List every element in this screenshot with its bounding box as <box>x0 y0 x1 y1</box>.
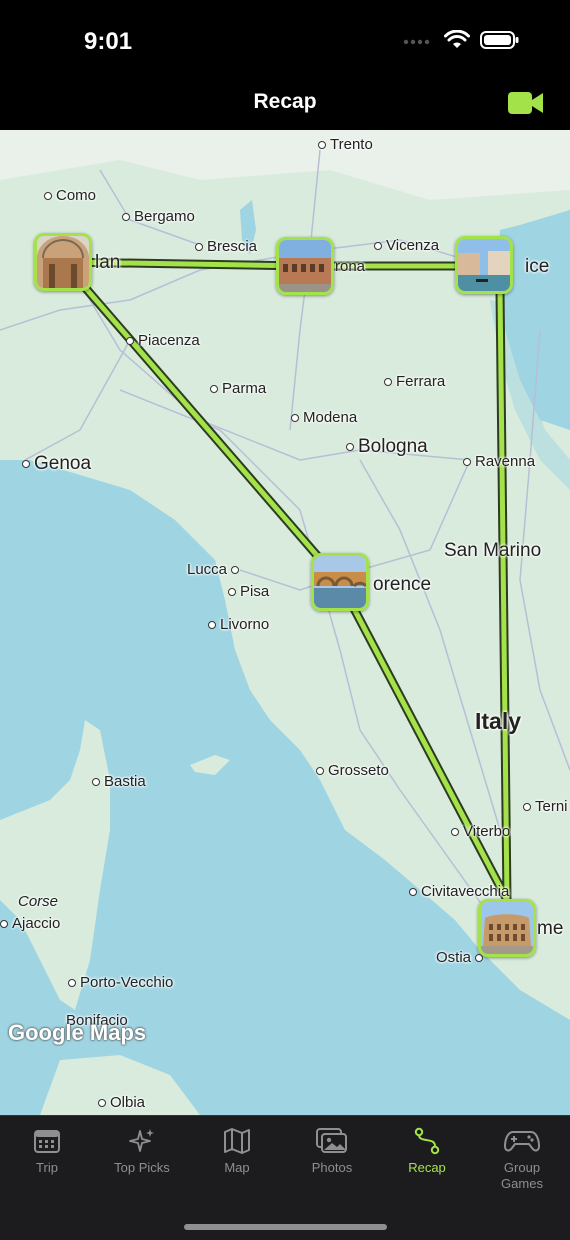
nav-bar: Recap <box>0 80 570 130</box>
place-ostia: Ostia <box>436 949 484 966</box>
tab-photos[interactable]: Photos <box>287 1126 377 1176</box>
photo-pin-rome[interactable] <box>478 899 536 957</box>
place-italy: Italy <box>475 708 522 734</box>
route-icon <box>414 1127 440 1155</box>
place-livorno: Livorno <box>208 616 269 633</box>
city-dot <box>98 1098 106 1107</box>
place-ravenna: Ravenna <box>463 453 535 470</box>
city-dot <box>291 413 299 422</box>
tab-label: Top Picks <box>114 1160 170 1175</box>
place-bergamo: Bergamo <box>122 208 195 225</box>
city-dot <box>228 587 236 596</box>
place-parma: Parma <box>210 380 266 397</box>
tab-trip[interactable]: Trip <box>2 1126 92 1176</box>
city-dot <box>318 140 326 149</box>
photo-pin-milan[interactable] <box>34 233 92 291</box>
tab-top-picks[interactable]: Top Picks <box>97 1126 187 1176</box>
place-bastia: Bastia <box>92 773 146 790</box>
photo-pin-florence[interactable] <box>311 553 369 611</box>
city-dot <box>22 460 30 468</box>
venice-canal-photo <box>458 239 510 291</box>
calendar-icon <box>34 1130 60 1153</box>
rome-colosseum-photo <box>481 902 533 954</box>
cellular-signal-icon <box>403 39 430 45</box>
tab-recap[interactable]: Recap <box>382 1126 472 1176</box>
verona-arena-photo <box>279 240 331 292</box>
place-como: Como <box>44 187 96 204</box>
city-dot <box>463 457 471 466</box>
city-dot <box>316 766 324 775</box>
wifi-icon <box>444 30 470 48</box>
florence-ponte-vecchio-photo <box>314 556 366 608</box>
place-trento: Trento <box>318 136 373 153</box>
city-dot <box>451 827 459 836</box>
tab-label: Map <box>224 1160 250 1175</box>
tab-label: Photos <box>311 1160 353 1175</box>
status-time: 9:01 <box>84 28 133 55</box>
place-corse: Corse <box>18 893 59 910</box>
milan-galleria-photo <box>37 236 89 288</box>
place-modena: Modena <box>291 409 357 426</box>
place-genoa: Genoa <box>22 453 91 475</box>
place-terni: Terni <box>523 798 568 815</box>
video-camera-button[interactable] <box>508 90 544 116</box>
place-rome: me <box>537 918 564 939</box>
battery-icon <box>480 31 519 49</box>
place-verona: rona <box>335 258 366 275</box>
city-dot <box>384 377 392 386</box>
place-ajaccio: Ajaccio <box>0 915 60 932</box>
place-civitavecchia: Civitavecchia <box>409 883 509 900</box>
tab-map[interactable]: Map <box>192 1126 282 1176</box>
map-watermark: Google Maps <box>8 1020 147 1045</box>
page-title: Recap <box>253 90 317 113</box>
map-view[interactable]: Trento Como Bergamo lan Brescia rona Vic… <box>0 130 570 1115</box>
city-dot <box>210 384 218 393</box>
place-lucca: Lucca <box>187 561 240 578</box>
video-camera-icon <box>508 92 543 114</box>
place-olbia: Olbia <box>98 1094 145 1111</box>
city-dot <box>122 212 130 221</box>
place-grosseto: Grosseto <box>316 762 389 779</box>
city-dot <box>92 777 100 786</box>
place-venice: ice <box>525 256 550 277</box>
place-florence: orence <box>373 574 432 595</box>
tab-bar: Trip Top Picks Map Photos Recap Group Ga… <box>0 1115 570 1240</box>
tab-group-games[interactable]: Group Games <box>477 1126 567 1192</box>
photos-icon <box>316 1128 347 1153</box>
place-milan: lan <box>95 252 121 273</box>
place-piacenza: Piacenza <box>126 332 200 349</box>
tab-label: Recap <box>408 1160 446 1175</box>
place-viterbo: Viterbo <box>451 823 510 840</box>
map-icon <box>224 1128 250 1154</box>
status-icons <box>402 30 520 50</box>
home-indicator <box>184 1224 387 1230</box>
city-dot <box>231 565 240 574</box>
city-dot <box>126 336 134 345</box>
city-dot <box>0 919 8 928</box>
place-pisa: Pisa <box>228 583 269 600</box>
place-san-marino: San Marino <box>444 540 542 561</box>
city-dot <box>346 443 354 451</box>
game-controller-icon <box>504 1131 540 1152</box>
city-dot <box>195 242 203 251</box>
place-vicenza: Vicenza <box>374 237 439 254</box>
tab-label: Trip <box>36 1160 58 1175</box>
place-bologna: Bologna <box>346 436 428 458</box>
city-dot <box>44 191 52 200</box>
status-bar: 9:01 <box>0 0 570 80</box>
city-dot <box>523 802 531 811</box>
photo-pin-verona[interactable] <box>276 237 334 295</box>
place-porto-vecchio: Porto-Vecchio <box>68 974 173 991</box>
sparkles-icon <box>129 1129 154 1152</box>
city-dot <box>68 978 76 987</box>
place-brescia: Brescia <box>195 238 257 255</box>
tab-label: Group Games <box>501 1160 543 1191</box>
city-dot <box>374 241 382 250</box>
city-dot <box>208 620 216 629</box>
photo-pin-venice[interactable] <box>455 236 513 294</box>
place-ferrara: Ferrara <box>384 373 445 390</box>
city-dot <box>409 887 417 896</box>
